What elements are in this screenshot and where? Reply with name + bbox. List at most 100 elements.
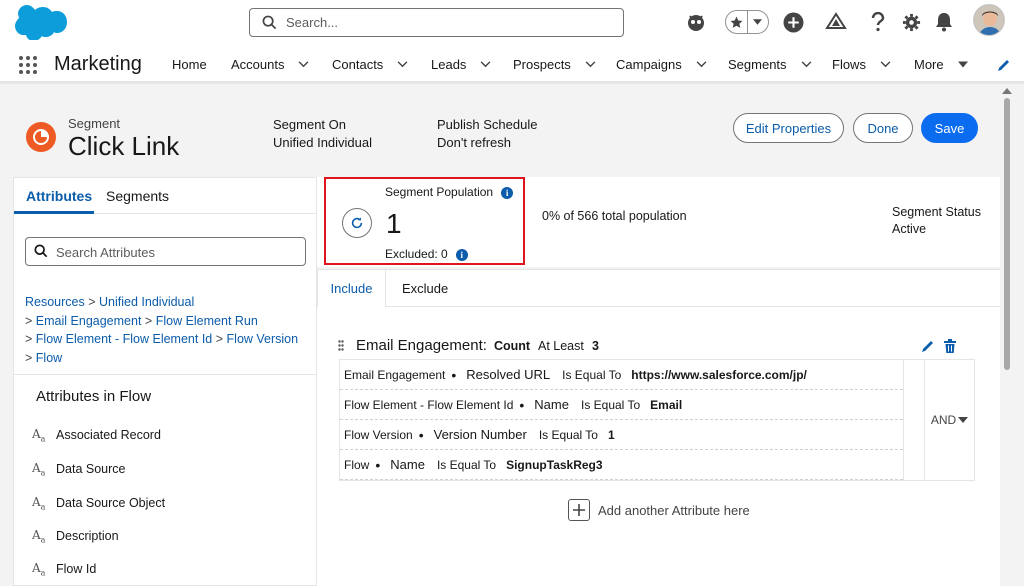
- rule-row[interactable]: Flow • Name Is Equal To SignupTaskReg3: [340, 450, 903, 480]
- chevron-down-icon[interactable]: [298, 61, 309, 68]
- search-icon: [262, 15, 277, 30]
- rule-row[interactable]: Flow Version • Version Number Is Equal To 1: [340, 420, 903, 450]
- global-search-input[interactable]: Search...: [249, 8, 624, 37]
- salesforce-logo[interactable]: [12, 4, 68, 40]
- rule-group-aggregate[interactable]: Count: [494, 339, 530, 353]
- rule-field: Name: [390, 457, 425, 472]
- breadcrumb-link[interactable]: Flow: [36, 351, 62, 365]
- attribute-label: Data Source Object: [56, 496, 166, 511]
- rule-value: 1: [607, 427, 615, 442]
- rule-object: Flow Version: [344, 427, 413, 442]
- breadcrumb-link[interactable]: Unified Individual: [99, 295, 194, 309]
- nav-item-leads[interactable]: Leads: [431, 57, 491, 72]
- left-panel-tabs: Attributes Segments: [14, 178, 316, 214]
- favorites-group: [725, 10, 769, 34]
- tab-segments[interactable]: Segments: [106, 188, 169, 204]
- favorites-star-icon[interactable]: [726, 11, 747, 33]
- nav-item-segments[interactable]: Segments: [728, 57, 812, 72]
- trailhead-icon[interactable]: [824, 10, 848, 34]
- tab-exclude[interactable]: Exclude: [402, 281, 448, 296]
- done-button[interactable]: Done: [853, 113, 913, 143]
- page-scrollbar[interactable]: [1000, 84, 1024, 586]
- notifications-bell-icon[interactable]: [932, 10, 956, 34]
- delete-trash-icon[interactable]: [944, 339, 956, 353]
- agent-icon[interactable]: [684, 10, 708, 34]
- rule-group-operator[interactable]: At Least: [538, 339, 584, 353]
- active-tab-indicator: [14, 211, 94, 214]
- segment-object-icon: [26, 122, 56, 152]
- breadcrumb-link[interactable]: Flow Element Run: [156, 314, 258, 328]
- breadcrumb-link[interactable]: Email Engagement: [36, 314, 142, 328]
- chevron-down-icon[interactable]: [397, 61, 408, 68]
- help-icon[interactable]: [866, 10, 890, 34]
- tab-attributes[interactable]: Attributes: [26, 188, 92, 204]
- tab-include[interactable]: Include: [317, 270, 386, 307]
- drag-handle-icon[interactable]: [338, 340, 344, 351]
- nav-item-more[interactable]: More: [914, 57, 968, 72]
- excluded-count: Excluded: 0: [385, 247, 448, 261]
- rule-object: Flow: [344, 457, 370, 472]
- chevron-down-icon[interactable]: [585, 61, 596, 68]
- nav-item-contacts[interactable]: Contacts: [332, 57, 408, 72]
- setup-gear-icon[interactable]: [899, 10, 923, 34]
- divider: [14, 374, 316, 375]
- chevron-down-icon[interactable]: [696, 61, 707, 68]
- nav-item-campaigns[interactable]: Campaigns: [616, 57, 707, 72]
- user-avatar[interactable]: [973, 4, 1005, 36]
- chevron-down-icon[interactable]: [480, 61, 491, 68]
- nav-item-accounts[interactable]: Accounts: [231, 57, 309, 72]
- refresh-population-button[interactable]: [342, 208, 372, 238]
- edit-properties-button[interactable]: Edit Properties: [733, 113, 844, 143]
- chevron-down-icon[interactable]: [880, 61, 891, 68]
- nav-item-label: Contacts: [332, 57, 384, 72]
- add-attribute-button[interactable]: Add another Attribute here: [568, 499, 750, 521]
- nav-item-label: Campaigns: [616, 57, 682, 72]
- save-button[interactable]: Save: [921, 113, 978, 143]
- rule-value: SignupTaskReg3: [506, 457, 603, 472]
- bullet: •: [375, 456, 381, 473]
- search-attributes-input[interactable]: Search Attributes: [25, 237, 306, 266]
- breadcrumb-link[interactable]: Flow Version: [227, 332, 299, 346]
- edit-pencil-icon[interactable]: [921, 339, 935, 353]
- logic-operator-dropdown[interactable]: AND: [925, 360, 974, 480]
- attributes-panel: Attributes Segments Search Attributes Re…: [13, 177, 317, 586]
- search-attributes-placeholder: Search Attributes: [56, 245, 155, 260]
- nav-item-home[interactable]: Home: [172, 57, 207, 72]
- text-field-type-icon: Aa: [32, 528, 46, 545]
- nav-item-prospects[interactable]: Prospects: [513, 57, 596, 72]
- object-type-label: Segment: [68, 116, 121, 131]
- breadcrumb-link[interactable]: Flow Element - Flow Element Id: [36, 332, 212, 346]
- global-create-icon[interactable]: [781, 10, 805, 34]
- nav-item-flows[interactable]: Flows: [832, 57, 891, 72]
- attribute-item[interactable]: Aa Associated Record: [32, 427, 161, 443]
- chevron-down-icon[interactable]: [801, 61, 812, 68]
- edit-nav-pencil-icon[interactable]: [997, 58, 1011, 72]
- rule-row[interactable]: Email Engagement • Resolved URL Is Equal To…: [340, 360, 903, 390]
- logic-operator-label: AND: [930, 413, 957, 427]
- population-label: Segment Population: [385, 185, 494, 199]
- rule-row[interactable]: Flow Element - Flow Element Id • Name Is Eq…: [340, 390, 903, 420]
- breadcrumb: Resources > Unified Individual > Email E…: [25, 293, 310, 367]
- attribute-item[interactable]: Aa Flow Id: [32, 561, 96, 577]
- scrollbar-thumb[interactable]: [1004, 98, 1010, 370]
- favorites-menu-chevron-icon[interactable]: [746, 11, 769, 33]
- text-field-type-icon: Aa: [32, 561, 46, 578]
- rule-operator: Is Equal To: [538, 427, 598, 442]
- info-icon[interactable]: i: [455, 248, 468, 261]
- info-icon[interactable]: i: [501, 186, 514, 199]
- rule-group-count[interactable]: 3: [592, 339, 599, 353]
- attribute-item[interactable]: Aa Data Source Object: [32, 495, 165, 511]
- nav-item-label: Prospects: [513, 57, 571, 72]
- refresh-icon: [351, 217, 363, 229]
- segment-on-value: Unified Individual: [273, 135, 373, 150]
- rule-object: Flow Element - Flow Element Id: [344, 397, 514, 412]
- rule-field: Version Number: [433, 427, 527, 442]
- attribute-item[interactable]: Aa Description: [32, 528, 119, 544]
- search-icon: [34, 244, 48, 258]
- add-plus-icon: [568, 499, 590, 521]
- breadcrumb-link[interactable]: Resources: [25, 295, 85, 309]
- attribute-item[interactable]: Aa Data Source: [32, 461, 125, 477]
- app-name: Marketing: [54, 53, 142, 75]
- scroll-up-arrow-icon[interactable]: [1002, 88, 1012, 94]
- app-launcher-waffle-icon[interactable]: [18, 55, 38, 75]
